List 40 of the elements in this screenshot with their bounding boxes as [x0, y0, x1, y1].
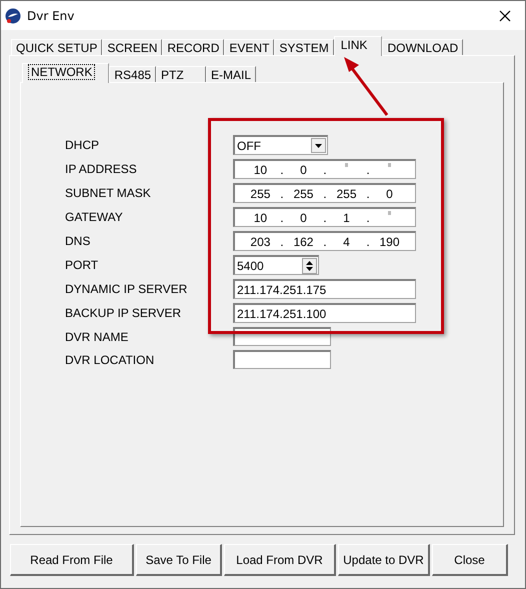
action-button[interactable]: Close	[432, 544, 508, 576]
field-label: DVR LOCATION	[65, 352, 156, 366]
caret-icon	[315, 144, 322, 148]
action-button[interactable]: Update to DVR	[338, 544, 430, 576]
tab[interactable]: RS485	[109, 66, 156, 82]
ip-field[interactable]: 10 . 0 . .	[233, 159, 416, 179]
field-label: BACKUP IP SERVER	[65, 306, 182, 320]
tab[interactable]: SYSTEM	[274, 39, 334, 55]
dhcp-dropdown[interactable]: OFF	[233, 135, 328, 155]
tab[interactable]: LINK	[334, 36, 382, 56]
window-title: Dvr Env	[27, 8, 76, 22]
input-field[interactable]: 211.174.251.175	[233, 279, 416, 299]
app-logo-icon	[5, 8, 21, 24]
tab[interactable]: NETWORK	[22, 63, 110, 83]
field-label: GATEWAY	[65, 210, 124, 224]
field-label: SUBNET MASK	[65, 186, 152, 200]
tab[interactable]: EVENT	[224, 39, 274, 55]
input-field[interactable]: 211.174.251.100	[233, 303, 416, 323]
field-label: PORT	[65, 258, 100, 272]
field-label: DYNAMIC IP SERVER	[65, 282, 188, 296]
input-field[interactable]	[233, 350, 331, 369]
field-label: DNS	[65, 234, 92, 248]
field-label: DHCP	[65, 138, 100, 152]
tab[interactable]: QUICK SETUP	[11, 39, 102, 55]
action-button[interactable]: Load From DVR	[224, 544, 336, 576]
ip-field[interactable]: 10 . 0 . 1 .	[233, 207, 416, 227]
tab[interactable]: DOWNLOAD	[382, 39, 464, 55]
spinner-icon[interactable]	[302, 258, 317, 274]
tab[interactable]: SCREEN	[102, 39, 162, 55]
tab[interactable]: E-MAIL	[206, 66, 256, 82]
tab[interactable]: PTZ	[156, 66, 206, 82]
tab[interactable]: RECORD	[162, 39, 224, 55]
annotation-arrow	[344, 57, 388, 116]
field-label: IP ADDRESS	[65, 162, 138, 176]
ip-field[interactable]: 203 . 162 . 4 . 190	[233, 231, 416, 251]
port-field[interactable]: 5400	[233, 255, 319, 275]
action-button[interactable]: Save To File	[136, 544, 222, 576]
field-label: DVR NAME	[65, 330, 130, 344]
ip-field[interactable]: 255 . 255 . 255 . 0	[233, 183, 416, 203]
action-button[interactable]: Read From File	[10, 544, 134, 576]
